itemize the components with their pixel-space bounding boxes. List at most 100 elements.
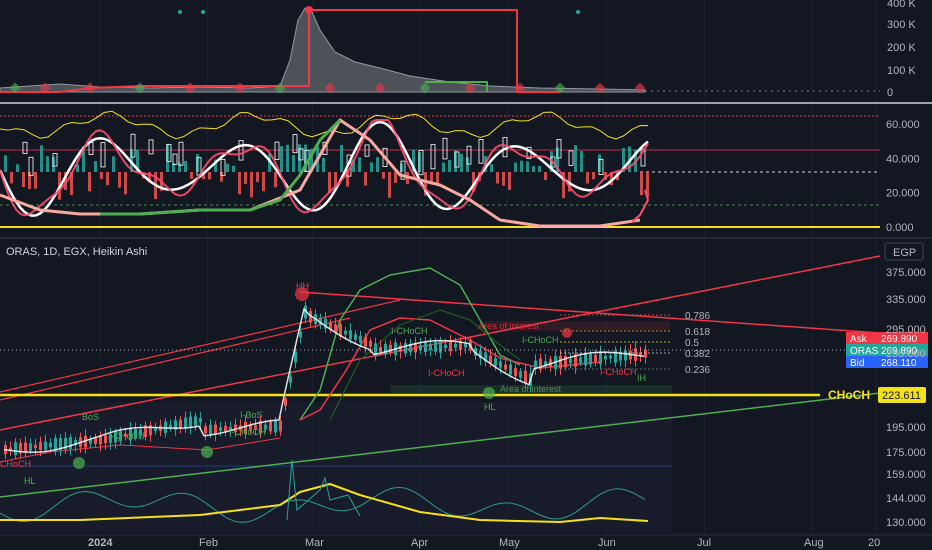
candle-body (334, 324, 337, 332)
candle-body (519, 371, 522, 378)
candle-body (514, 367, 517, 377)
hl-label: HL (484, 402, 496, 412)
osc-histogram-bar (592, 172, 595, 180)
candle-body (209, 424, 212, 435)
quote-name: Ask (850, 334, 868, 345)
oscillator-tick-label: 0.000 (886, 222, 914, 234)
osc-histogram-bar (532, 165, 535, 172)
osc-histogram-bar (538, 165, 541, 172)
osc-histogram-bar (274, 172, 277, 188)
candle-body (494, 358, 497, 366)
osc-histogram-bar (322, 157, 325, 172)
osc-histogram-bar (364, 172, 367, 186)
candle-body (269, 421, 272, 432)
choch-tag: I-CHoCH (108, 431, 145, 441)
osc-histogram-bar (442, 162, 445, 172)
oscillator-tick-label: 40.000 (886, 153, 920, 165)
signal-dot (576, 10, 580, 14)
candle-body (214, 424, 217, 435)
candle-body (69, 437, 72, 450)
osc-histogram-bar (88, 172, 91, 192)
osc-histogram-bar (466, 157, 469, 172)
candle-body (369, 340, 372, 347)
osc-histogram-bar (598, 154, 601, 172)
fib-level-label: 0.382 (685, 349, 710, 360)
osc-histogram-bar (508, 172, 511, 190)
osc-histogram-bar (574, 145, 577, 172)
time-axis-label: Jun (598, 537, 616, 549)
candle-body (379, 346, 382, 353)
osc-histogram-bar (220, 172, 223, 182)
osc-histogram-bar (400, 163, 403, 172)
candle-body (559, 355, 562, 369)
hl-marker (201, 446, 213, 458)
choch-tag: I-CHoCH (600, 367, 637, 377)
candle-body (644, 349, 647, 358)
volume-peak-marker (305, 6, 313, 14)
time-axis-label: Mar (305, 537, 324, 549)
hl-label: HL (24, 476, 36, 486)
time-axis-label: Feb (199, 537, 218, 549)
candle-body (599, 352, 602, 365)
candle-body (419, 344, 422, 351)
osc-histogram-bar (118, 172, 121, 188)
candle-body (439, 340, 442, 353)
candle-body (199, 417, 202, 423)
osc-histogram-bar (580, 151, 583, 172)
candle-body (14, 442, 17, 455)
volume-tick-label: 400 K (887, 0, 916, 10)
candle-body (274, 420, 277, 433)
symbol-title[interactable]: ORAS, 1D, EGX, Heikin Ashi (6, 246, 147, 258)
choch-tag: CHoCH (0, 459, 31, 469)
osc-histogram-bar (490, 164, 493, 172)
candle-body (204, 426, 207, 434)
candle-body (579, 357, 582, 363)
candle-body (279, 420, 282, 432)
currency-label[interactable]: EGP (893, 247, 916, 259)
osc-histogram-bar (340, 144, 343, 172)
trading-chart[interactable]: 400 K 300 K 200 K 100 K 0 60.000 40.000 20.000… (0, 0, 932, 550)
candle-body (349, 330, 352, 340)
price-tick-label: 295.000 (886, 324, 926, 336)
candle-body (449, 340, 452, 352)
time-axis-label: May (499, 537, 520, 549)
time-axis-label: Aug (804, 537, 824, 549)
candle-body (24, 442, 27, 453)
oscillator-tick-label: 20.000 (886, 188, 920, 200)
time-axis-label: 20 (868, 537, 880, 549)
osc-histogram-bar (4, 155, 7, 172)
osc-histogram-bar (448, 159, 451, 172)
candle-body (104, 435, 107, 444)
lower-shade (0, 402, 672, 532)
osc-histogram-bar (166, 144, 169, 172)
candle-body (44, 441, 47, 450)
candle-body (284, 398, 287, 406)
osc-histogram-bar (460, 153, 463, 172)
osc-histogram-bar (190, 172, 193, 179)
choch-tag: I-CHoCH (522, 335, 559, 345)
candle-body (594, 354, 597, 363)
price-tick-label: 255.000 (886, 348, 926, 360)
candle-body (169, 424, 172, 428)
osc-histogram-bar (94, 161, 97, 172)
price-tick-label: 144.000 (886, 493, 926, 505)
osc-histogram-bar (232, 165, 235, 172)
osc-histogram-bar (586, 172, 589, 184)
osc-histogram-bar (544, 172, 547, 180)
osc-histogram-bar (286, 144, 289, 172)
osc-histogram-bar (238, 172, 241, 195)
quote-name: ORAS (850, 346, 879, 357)
osc-histogram-bar (34, 172, 37, 189)
fib-level-label: 0.5 (685, 338, 699, 349)
osc-histogram-bar (208, 172, 211, 180)
candle-body (609, 355, 612, 359)
osc-histogram-bar (40, 145, 43, 172)
osc-histogram-bar (46, 156, 49, 172)
price-tick-label: 130.000 (886, 517, 926, 529)
ih-label: IH (637, 373, 646, 383)
osc-histogram-bar (640, 172, 643, 196)
candle-body (444, 344, 447, 349)
osc-histogram-bar (52, 156, 55, 172)
volume-tick-label: 300 K (887, 19, 916, 31)
volume-tick-label: 200 K (887, 42, 916, 54)
